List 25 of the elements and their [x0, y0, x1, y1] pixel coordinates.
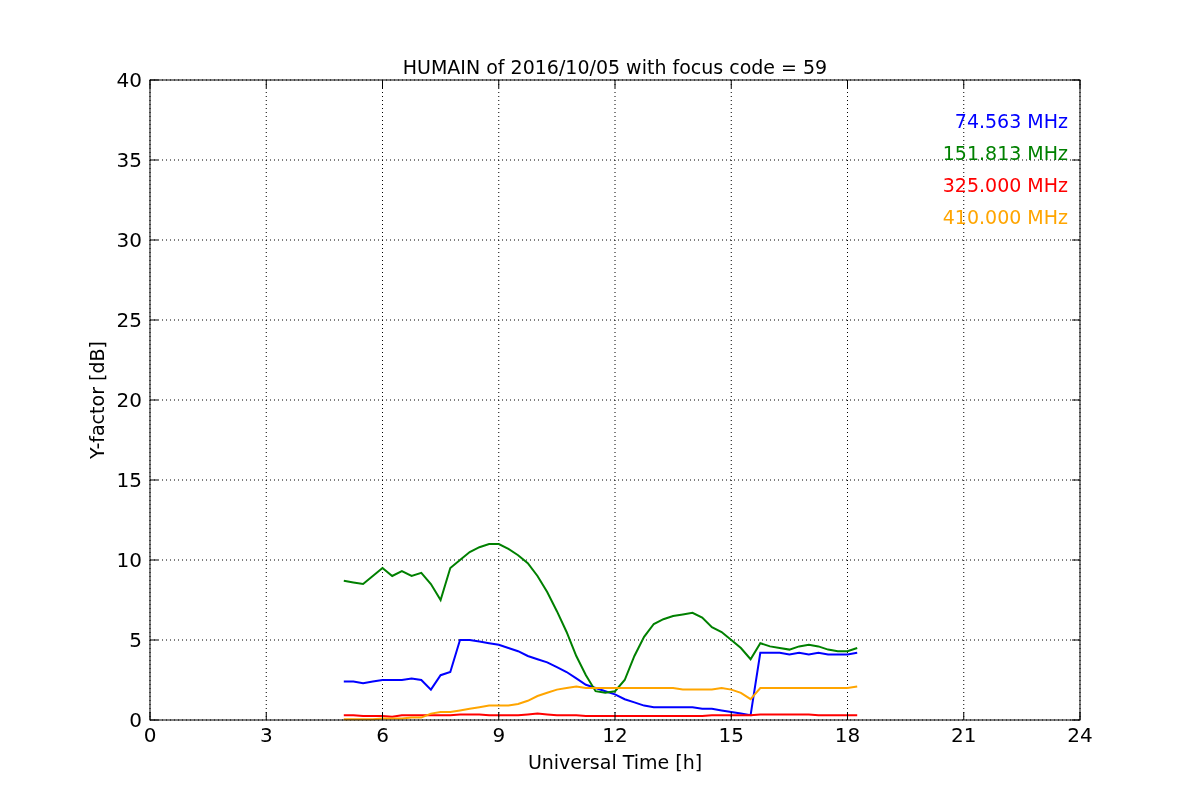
x-tick-label: 3: [259, 723, 273, 747]
chart-title: HUMAIN of 2016/10/05 with focus code = 59: [402, 56, 828, 78]
x-tick-label: 6: [376, 723, 389, 747]
x-tick-label: 0: [143, 723, 157, 747]
y-tick-label: 30: [116, 228, 142, 252]
y-tick-label: 20: [116, 388, 142, 412]
y-tick-label: 0: [129, 708, 142, 732]
legend-label: 74.563 MHz: [954, 110, 1068, 132]
y-tick-label: 5: [129, 628, 142, 652]
x-tick-label: 18: [834, 723, 861, 747]
y-tick-label: 35: [116, 148, 142, 172]
x-tick-label: 21: [951, 723, 977, 747]
x-tick-label: 9: [492, 723, 506, 747]
y-tick-label: 10: [116, 548, 142, 572]
y-tick-label: 40: [116, 68, 142, 92]
x-tick-label: 15: [718, 723, 744, 747]
legend-label: 151.813 MHz: [942, 142, 1068, 164]
y-axis-label: Y-factor [dB]: [86, 341, 108, 459]
y-tick-label: 15: [116, 468, 142, 492]
x-tick-label: 24: [1067, 723, 1093, 747]
y-tick-label: 25: [116, 308, 142, 332]
x-tick-label: 12: [602, 723, 628, 747]
legend-label: 325.000 MHz: [942, 174, 1068, 196]
legend-label: 410.000 MHz: [942, 206, 1068, 228]
x-axis-label: Universal Time [h]: [527, 751, 703, 773]
